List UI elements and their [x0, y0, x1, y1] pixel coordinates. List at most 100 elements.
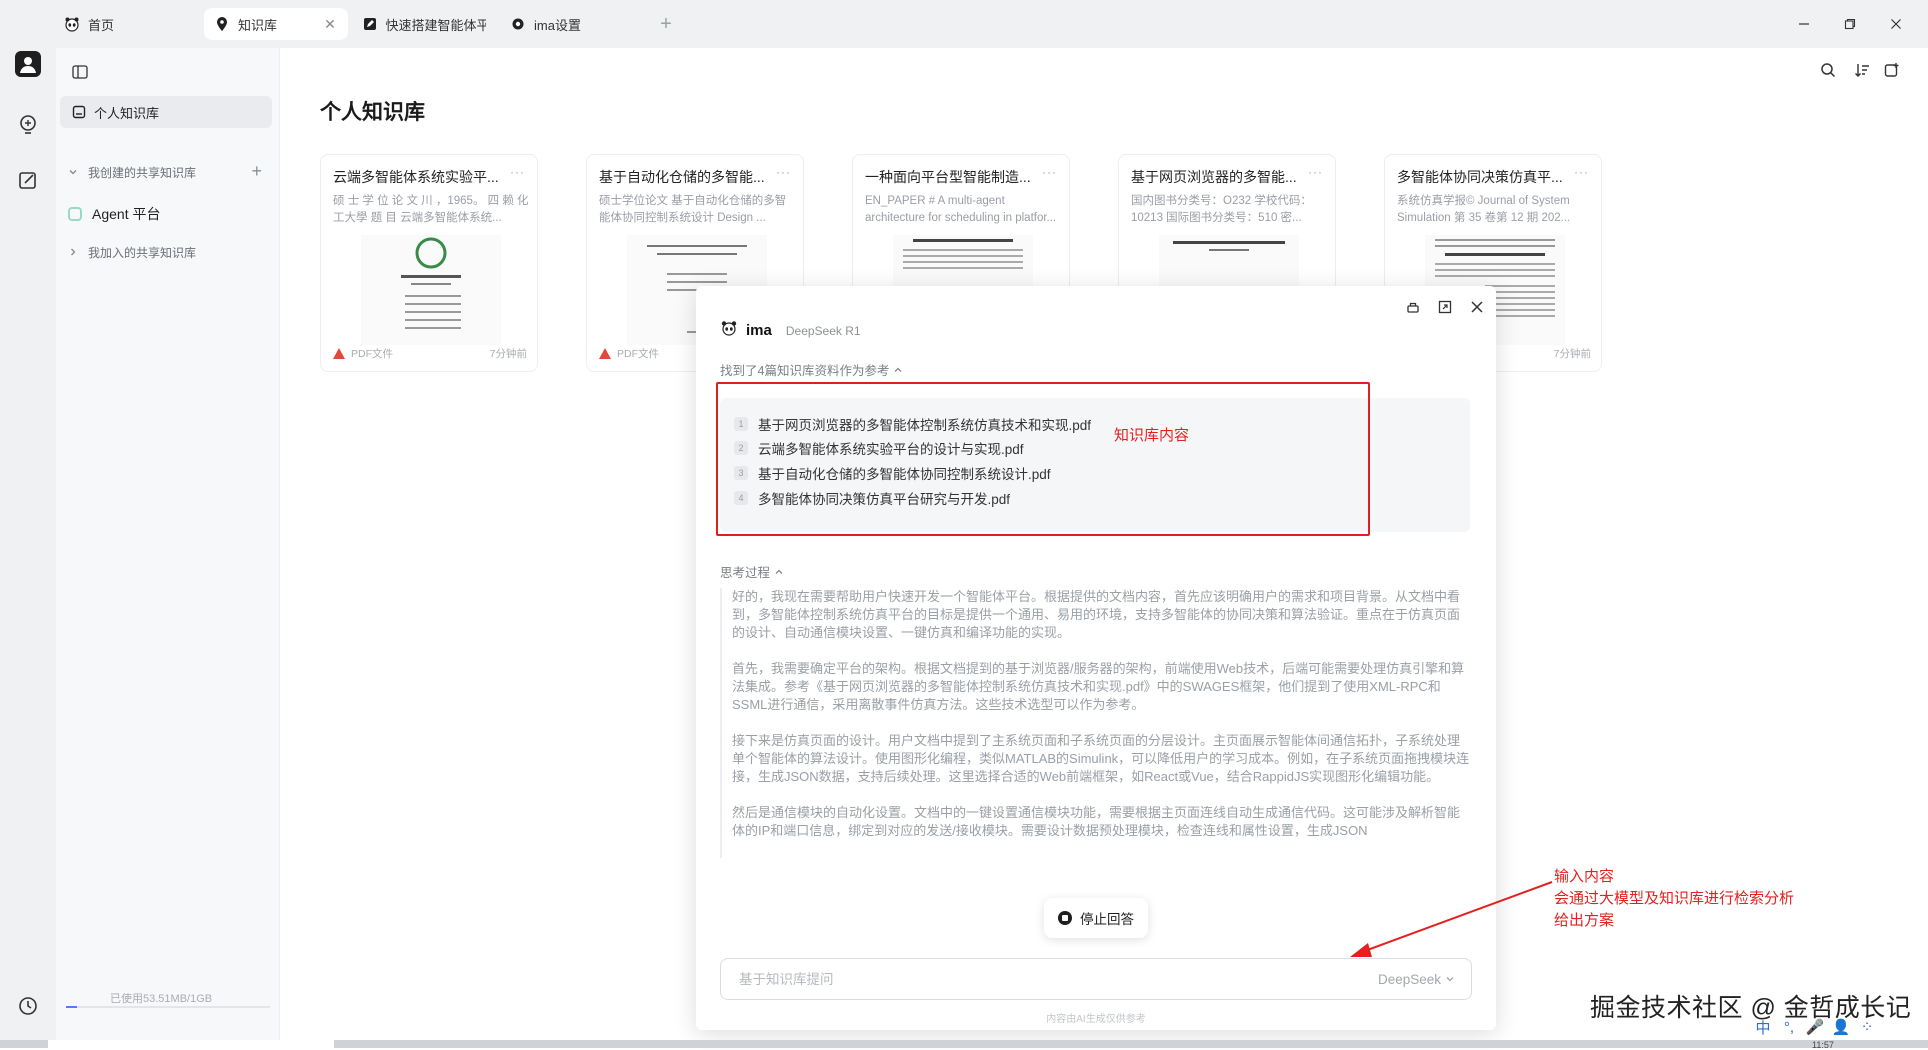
history-clock-icon[interactable] — [14, 992, 42, 1020]
file-time: 7分钟前 — [1553, 348, 1591, 360]
question-input[interactable] — [737, 970, 1378, 988]
search-icon[interactable] — [1816, 58, 1840, 82]
tab-label: 首页 — [88, 17, 115, 33]
card-description: 国内图书分类号：O232 学校代码：10213 国际图书分类号：510 密... — [1131, 195, 1312, 224]
kb-file-card[interactable]: 云端多智能体系统实验平... ··· 硕 士 学 位 论 文 川 ，1965。 … — [320, 154, 538, 372]
thinking-paragraph: 接下来是仿真页面的设计。用户文档中提到了主系统页面和子系统页面的分层设计。主页面… — [732, 733, 1470, 784]
minimize-button[interactable] — [1792, 12, 1816, 36]
chevron-up-icon — [894, 367, 902, 372]
more-options-icon[interactable]: ··· — [510, 165, 525, 179]
clock: 11:57 — [1812, 1040, 1834, 1050]
question-input-box: DeepSeek — [720, 958, 1472, 1000]
ime-menu-icon[interactable]: ⁘ — [1854, 1014, 1880, 1040]
ai-disclaimer: 内容由AI生成仅供参考 — [1046, 1014, 1146, 1025]
user-avatar[interactable] — [14, 50, 42, 78]
model-selector[interactable]: DeepSeek — [1378, 972, 1455, 987]
chevron-up-icon — [775, 569, 783, 574]
annotation-line: 输入内容 — [1554, 868, 1615, 885]
tab-label: 知识库 — [238, 17, 278, 33]
file-time: 7分钟前 — [489, 348, 527, 360]
sidebar-section-label: 我创建的共享知识库 — [88, 165, 197, 180]
tab-agent-platform[interactable]: 快速搭建智能体平台 — [352, 8, 496, 40]
restore-button[interactable] — [1838, 12, 1862, 36]
ime-mic-icon[interactable]: 🎤 — [1802, 1014, 1828, 1040]
panda-icon — [64, 16, 80, 32]
add-to-kb-icon[interactable] — [1880, 58, 1904, 82]
model-selector-label: DeepSeek — [1377, 971, 1441, 987]
taskbar — [0, 1040, 1928, 1048]
thinking-paragraph: 然后是通信模块的自动化设置。文档中的一键设置通信模块功能，需要根据主页面连线自动… — [732, 805, 1461, 838]
sidebar-section-label: 我加入的共享知识库 — [88, 245, 197, 260]
pdf-icon — [599, 348, 611, 359]
add-shared-kb-button[interactable]: + — [251, 162, 262, 180]
tab-knowledge-base[interactable]: 知识库 ✕ — [204, 8, 348, 40]
sidebar-item-label: Agent 平台 — [92, 206, 161, 222]
storage-usage-bar — [66, 1006, 270, 1008]
card-description: 硕 士 学 位 论 文 川 ，1965。 四 赖 化工大學 题 目 云端多智能体… — [333, 195, 529, 224]
location-pin-icon — [214, 16, 230, 32]
thinking-paragraph: 首先，我需要确定平台的架构。根据文档提到的基于浏览器/服务器的架构，前端使用We… — [732, 661, 1465, 712]
ime-user-icon[interactable]: 👤 — [1828, 1014, 1854, 1040]
more-options-icon[interactable]: ··· — [1308, 165, 1323, 179]
kb-content-annotation: 知识库内容 — [1114, 427, 1190, 444]
stop-answer-button[interactable]: 停止回答 — [1044, 898, 1148, 938]
tab-label: 快速搭建智能体平台 — [385, 17, 486, 33]
ima-logo-icon — [720, 320, 738, 341]
stop-label: 停止回答 — [1080, 912, 1134, 927]
sidebar-item-label: 个人知识库 — [94, 105, 160, 121]
annotation-line: 给出方案 — [1554, 912, 1615, 929]
pdf-icon — [333, 348, 345, 359]
annotation-highlight-box — [716, 382, 1370, 536]
document-thumbnail — [361, 235, 501, 345]
card-description: 硕士学位论文 基于自动化仓储的多智能体协同控制系统设计 Design ... — [599, 195, 787, 224]
file-type: PDF文件 — [333, 346, 393, 361]
more-options-icon[interactable]: ··· — [1574, 165, 1589, 179]
card-title: 基于自动化仓储的多智能... — [599, 169, 765, 185]
thinking-content: 好的，我现在需要帮助用户快速开发一个智能体平台。根据提供的文档内容，首先应该明确… — [720, 588, 1472, 858]
card-title: 一种面向平台型智能制造... — [865, 169, 1031, 185]
sidebar: 个人知识库 我创建的共享知识库 + Agent 平台 我加入的共享知识库 已使用… — [56, 48, 280, 1040]
expand-icon[interactable] — [1434, 296, 1456, 318]
edit-square-icon — [362, 16, 377, 32]
sidebar-toggle-icon[interactable] — [68, 60, 92, 84]
note-edit-icon[interactable] — [14, 166, 42, 194]
ime-punctuation-icon[interactable]: °, — [1776, 1014, 1802, 1040]
sort-icon[interactable] — [1850, 58, 1874, 82]
storage-usage-text: 已使用53.51MB/1GB — [110, 993, 213, 1005]
model-name: DeepSeek R1 — [785, 323, 861, 338]
annotation-line: 会通过大模型及知识库进行检索分析 — [1554, 890, 1795, 907]
settings-gear-icon — [510, 16, 526, 32]
card-title: 基于网页浏览器的多智能... — [1131, 169, 1297, 185]
stop-icon — [1058, 911, 1072, 925]
knowledge-base-icon — [72, 105, 86, 119]
sidebar-item-agent-platform[interactable]: Agent 平台 — [68, 200, 160, 228]
close-window-button[interactable] — [1884, 12, 1908, 36]
page-title: 个人知识库 — [320, 101, 425, 124]
kb-color-icon — [68, 207, 82, 221]
sidebar-section-joined-shared[interactable]: 我加入的共享知识库 — [68, 240, 268, 264]
thinking-header: 思考过程 — [720, 566, 771, 580]
ai-chat-panel: ima DeepSeek R1 找到了4篇知识库资料作为参考 1 基于网页浏览器的… — [696, 286, 1496, 1030]
sidebar-item-personal-kb[interactable]: 个人知识库 — [60, 96, 272, 128]
tab-home[interactable]: 首页 — [54, 8, 194, 40]
new-tab-button[interactable]: + — [654, 12, 678, 36]
assistant-header: ima DeepSeek R1 — [720, 320, 861, 341]
close-tab-icon[interactable]: ✕ — [322, 16, 338, 32]
ime-chinese-icon[interactable]: 中 — [1750, 1014, 1776, 1040]
assistant-name: ima — [746, 322, 772, 339]
card-footer: PDF文件 7分钟前 — [333, 346, 527, 361]
idea-bulb-icon[interactable] — [14, 110, 42, 138]
more-options-icon[interactable]: ··· — [1042, 165, 1057, 179]
references-toggle[interactable]: 找到了4篇知识库资料作为参考 — [720, 360, 903, 379]
sidebar-section-created-shared[interactable]: 我创建的共享知识库 + — [68, 160, 268, 184]
chevron-right-icon — [68, 247, 82, 257]
taskbar-item[interactable] — [48, 1040, 334, 1048]
file-type-label: PDF文件 — [351, 348, 393, 360]
title-bar: 首页 知识库 ✕ 快速搭建智能体平台 ima设置 + — [0, 0, 1928, 48]
close-icon[interactable] — [1466, 296, 1488, 318]
tab-ima-settings[interactable]: ima设置 — [500, 8, 644, 40]
thinking-toggle[interactable]: 思考过程 — [720, 562, 784, 581]
chevron-down-icon — [68, 167, 82, 177]
pin-icon[interactable] — [1402, 296, 1424, 318]
more-options-icon[interactable]: ··· — [776, 165, 791, 179]
